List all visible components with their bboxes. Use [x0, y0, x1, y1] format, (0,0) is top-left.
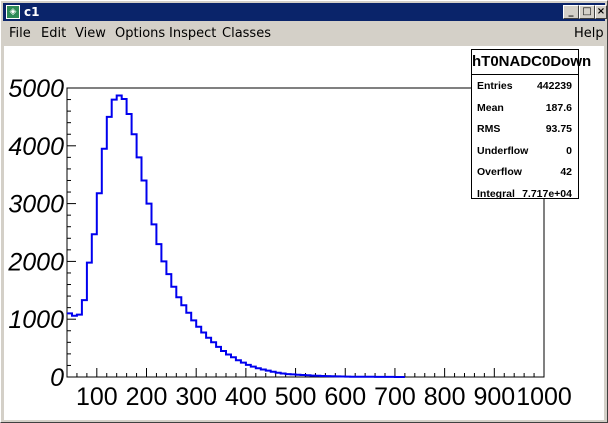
maximize-button[interactable]: □ [579, 5, 595, 19]
menu-options[interactable]: Options [115, 26, 165, 41]
stat-row-underflow: Underflow 0 [472, 140, 578, 162]
stat-value: 442239 [536, 80, 572, 92]
stat-name: Underflow [477, 144, 529, 157]
x-tick-label: 800 [424, 383, 466, 411]
stat-name: Entries [477, 80, 513, 92]
x-tick-label: 400 [225, 383, 267, 411]
stats-box[interactable]: hT0NADC0Down Entries 442239 Mean 187.6 R… [471, 49, 591, 200]
x-tick-label: 500 [275, 383, 317, 411]
menu-edit[interactable]: Edit [41, 26, 66, 41]
menu-bar: File Edit View Options Inspect Classes H… [3, 22, 605, 44]
stat-value: 93.75 [545, 123, 572, 135]
title-bar[interactable]: ◈ c1 _ □ × [3, 3, 607, 21]
plot-canvas[interactable]: 100 200 300 400 500 600 700 800 900 1000 0 1000 2000… [4, 46, 604, 420]
stat-name: RMS [477, 123, 501, 135]
stat-row-integral: Integral 7.717e+04 [472, 183, 578, 205]
menu-help[interactable]: Help [574, 26, 604, 41]
stat-row-rms: RMS 93.75 [472, 118, 578, 140]
window: ◈ c1 _ □ × File Edit View Options Inspec… [0, 0, 608, 423]
x-tick-label: 300 [175, 383, 217, 411]
stat-row-mean: Mean 187.6 [472, 97, 578, 119]
x-tick-label: 200 [126, 383, 168, 411]
stat-value: 42 [560, 166, 572, 178]
y-tick-label: 4000 [8, 133, 64, 161]
stat-name: Overflow [477, 166, 522, 178]
stat-value: 7.717e+04 [522, 187, 572, 200]
menu-file[interactable]: File [9, 26, 31, 41]
stat-row-overflow: Overflow 42 [472, 161, 578, 183]
y-tick-label: 5000 [8, 75, 64, 103]
x-tick-label: 700 [374, 383, 416, 411]
stat-value: 187.6 [545, 101, 572, 114]
menu-view[interactable]: View [75, 26, 106, 41]
stat-name: Mean [477, 101, 504, 114]
histogram-line [67, 94, 405, 378]
window-title: c1 [24, 5, 40, 19]
close-button[interactable]: × [595, 5, 607, 19]
app-icon: ◈ [6, 5, 20, 19]
menu-inspect[interactable]: Inspect [169, 26, 216, 41]
stat-name: Integral [477, 187, 515, 200]
menu-classes[interactable]: Classes [222, 26, 271, 41]
x-tick-label: 100 [76, 383, 118, 411]
y-tick-label: 0 [50, 364, 64, 392]
y-tick-label: 1000 [8, 306, 64, 334]
y-tick-label: 2000 [7, 248, 64, 276]
stat-row-entries: Entries 442239 [472, 75, 578, 97]
x-tick-label: 1000 [516, 383, 572, 411]
y-tick-label: 3000 [8, 191, 64, 219]
x-tick-label: 600 [324, 383, 366, 411]
stats-title: hT0NADC0Down [472, 50, 591, 75]
x-tick-label: 900 [473, 383, 515, 411]
stat-value: 0 [566, 144, 572, 157]
minimize-button[interactable]: _ [563, 5, 579, 19]
